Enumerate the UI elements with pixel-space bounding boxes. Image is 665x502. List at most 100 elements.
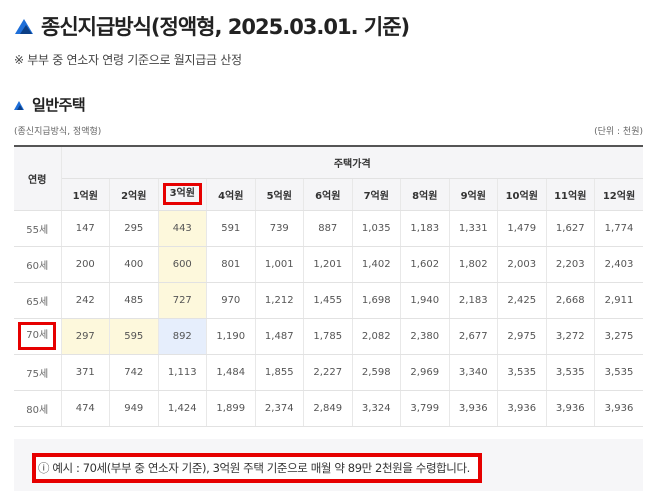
example-text: 예시 : 70세(부부 중 연소자 기준), 3억원 주택 기준으로 매월 약 … <box>52 461 470 475</box>
price-column-label: 3억원 <box>162 183 202 205</box>
payment-cell: 2,003 <box>497 246 547 283</box>
payment-cell: 2,668 <box>546 282 595 319</box>
price-column-label: 7억원 <box>363 190 389 202</box>
payment-cell: 2,975 <box>497 318 547 355</box>
payment-cell: 3,535 <box>546 354 595 391</box>
payment-cell: 887 <box>303 210 353 247</box>
table-row: 60세 200 400 600 801 1,001 1,201 1,402 1,602 1,802… <box>14 246 643 283</box>
payment-cell: 295 <box>109 210 159 247</box>
payment-cell: 371 <box>61 354 110 391</box>
table-row: 75세 371 742 1,113 1,484 1,855 2,227 2,598 2,969 3… <box>14 354 643 391</box>
payment-cell: 3,535 <box>594 354 643 391</box>
price-column-header: 4억원 <box>206 178 256 211</box>
payment-cell: 949 <box>109 390 159 427</box>
payment-cell: 3,936 <box>497 390 547 427</box>
payment-cell: 1,190 <box>206 318 256 355</box>
payment-cell: 892 <box>158 318 207 355</box>
payment-table: 연령 주택가격 1억원 2억원 3억원 4억원 5억원 6억원 7억원 8억원 9억원 10억원 1… <box>14 145 643 427</box>
payment-cell: 1,484 <box>206 354 256 391</box>
payment-cell: 1,479 <box>497 210 547 247</box>
table-row: 80세 474 949 1,424 1,899 2,374 2,849 3,324 3,799 3… <box>14 390 643 427</box>
payment-cell: 600 <box>158 246 207 283</box>
payment-cell: 2,598 <box>352 354 401 391</box>
payment-cell: 443 <box>158 210 207 247</box>
payment-cell: 595 <box>109 318 159 355</box>
payment-cell: 485 <box>109 282 159 319</box>
payment-cell: 1,424 <box>158 390 207 427</box>
payment-cell: 1,627 <box>546 210 595 247</box>
price-column-label: 9억원 <box>460 190 486 202</box>
price-column-label: 12억원 <box>602 190 636 202</box>
payment-cell: 242 <box>61 282 110 319</box>
price-column-label: 2억원 <box>121 190 147 202</box>
payment-cell: 970 <box>206 282 256 319</box>
price-column-header: 1억원 <box>61 178 110 211</box>
payment-cell: 2,677 <box>449 318 498 355</box>
age-cell: 80세 <box>14 390 62 427</box>
price-column-label: 1억원 <box>72 190 98 202</box>
age-label: 80세 <box>26 404 49 416</box>
payment-cell: 2,849 <box>303 390 353 427</box>
payment-cell: 3,340 <box>449 354 498 391</box>
page-header: 종신지급방식(정액형, 2025.03.01. 기준) <box>14 10 410 42</box>
price-column-label: 10억원 <box>505 190 538 202</box>
payment-cell: 3,936 <box>594 390 643 427</box>
table-row: 55세 147 295 443 591 739 887 1,035 1,183 1,331 1,47… <box>14 210 643 247</box>
payment-cell: 474 <box>61 390 110 427</box>
payment-cell: 801 <box>206 246 256 283</box>
age-cell: 55세 <box>14 210 62 247</box>
info-circle-icon: ⓘ <box>38 461 53 475</box>
payment-cell: 1,940 <box>400 282 450 319</box>
payment-cell: 1,212 <box>255 282 304 319</box>
age-cell: 60세 <box>14 246 62 283</box>
payment-cell: 1,785 <box>303 318 353 355</box>
mountain-logo-icon <box>15 19 33 34</box>
payment-cell: 1,602 <box>400 246 450 283</box>
payment-cell: 1,698 <box>352 282 401 319</box>
price-column-label: 8억원 <box>412 190 438 202</box>
payment-cell: 2,203 <box>546 246 595 283</box>
unit-label: (단위 : 천원) <box>594 127 643 137</box>
payment-cell: 1,802 <box>449 246 498 283</box>
age-cell: 75세 <box>14 354 62 391</box>
price-column-header: 8억원 <box>400 178 450 211</box>
payment-cell: 1,331 <box>449 210 498 247</box>
payment-cell: 1,201 <box>303 246 353 283</box>
payment-cell: 1,455 <box>303 282 353 319</box>
price-column-header: 3억원 <box>158 178 207 211</box>
age-label: 75세 <box>26 368 49 380</box>
table-row: 65세 242 485 727 970 1,212 1,455 1,698 1,940 2,183… <box>14 282 643 319</box>
section-title: 일반주택 <box>32 96 86 114</box>
payment-cell: 3,799 <box>400 390 450 427</box>
payment-cell: 297 <box>61 318 110 355</box>
table-row: 70세 297 595 892 1,190 1,487 1,785 2,082 2,380 2,6… <box>14 318 643 355</box>
payment-cell: 400 <box>109 246 159 283</box>
payment-cell: 2,183 <box>449 282 498 319</box>
payment-cell: 2,082 <box>352 318 401 355</box>
price-column-header: 11억원 <box>546 178 595 211</box>
example-callout: ⓘ 예시 : 70세(부부 중 연소자 기준), 3억원 주택 기준으로 매월 … <box>32 453 482 483</box>
payment-cell: 1,855 <box>255 354 304 391</box>
price-group-header: 주택가격 <box>61 145 643 179</box>
payment-cell: 1,899 <box>206 390 256 427</box>
price-column-label: 6억원 <box>315 190 341 202</box>
age-cell: 65세 <box>14 282 62 319</box>
payment-cell: 727 <box>158 282 207 319</box>
payment-cell: 3,275 <box>594 318 643 355</box>
payment-cell: 3,936 <box>449 390 498 427</box>
payment-cell: 2,227 <box>303 354 353 391</box>
payment-cell: 1,035 <box>352 210 401 247</box>
payment-cell: 1,402 <box>352 246 401 283</box>
payment-cell: 3,272 <box>546 318 595 355</box>
payment-cell: 1,774 <box>594 210 643 247</box>
age-label: 65세 <box>26 296 49 308</box>
payment-cell: 1,183 <box>400 210 450 247</box>
section-subtitle: (종신지급방식, 정액형) <box>14 127 102 137</box>
payment-cell: 2,425 <box>497 282 547 319</box>
payment-cell: 2,403 <box>594 246 643 283</box>
price-column-header: 6억원 <box>303 178 353 211</box>
payment-cell: 2,374 <box>255 390 304 427</box>
payment-cell: 1,113 <box>158 354 207 391</box>
payment-cell: 2,380 <box>400 318 450 355</box>
payment-cell: 3,324 <box>352 390 401 427</box>
